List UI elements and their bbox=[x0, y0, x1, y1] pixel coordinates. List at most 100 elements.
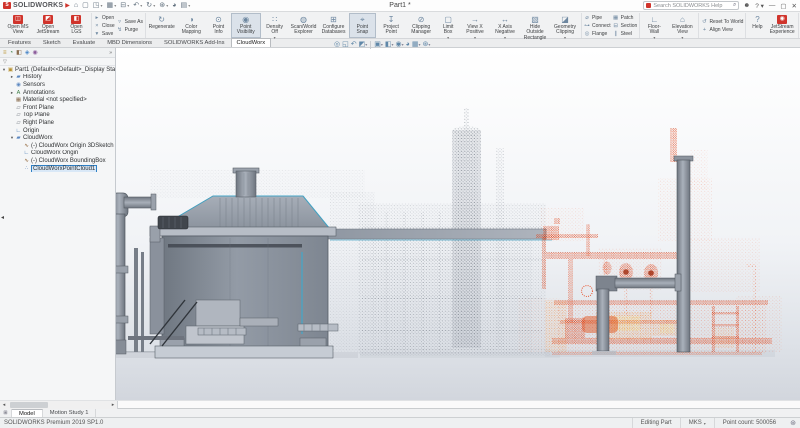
view-settings-icon[interactable]: ⊛▾ bbox=[423, 39, 431, 51]
zoom-fit-icon[interactable]: ◎ bbox=[334, 39, 340, 51]
ribbon-button-save-as[interactable]: ▿Save As bbox=[117, 18, 143, 25]
hide-show-items-icon[interactable]: ◉▾ bbox=[396, 39, 404, 51]
ribbon-button-clipping-manager[interactable]: ⊘Clipping Manager bbox=[406, 13, 436, 38]
ribbon-button-point-snap[interactable]: ⌖Point Snap bbox=[349, 13, 377, 38]
print-icon-dropdown[interactable]: ▾ bbox=[126, 3, 129, 8]
units-dropdown-icon[interactable]: ▾ bbox=[704, 421, 706, 426]
help-icon[interactable]: ? ▾ bbox=[755, 2, 764, 10]
scroll-right-icon[interactable]: ▸ bbox=[109, 402, 117, 408]
search-input[interactable]: Search SOLIDWORKS Help ⌕ bbox=[643, 1, 739, 10]
minimize-icon[interactable]: — bbox=[769, 2, 776, 9]
ribbon-button-reset-to-world[interactable]: ↺Reset To World bbox=[701, 18, 743, 25]
scroll-track[interactable] bbox=[8, 401, 109, 409]
save-icon-dropdown[interactable]: ▾ bbox=[113, 3, 116, 8]
previous-view-icon[interactable]: ↶ bbox=[351, 39, 357, 51]
ribbon-button-steel[interactable]: ∥Steel bbox=[613, 30, 638, 37]
view-settings-icon-dropdown[interactable]: ▾ bbox=[428, 42, 430, 47]
zoom-area-icon[interactable]: ◱ bbox=[342, 39, 349, 51]
ribbon-button-elevation-view[interactable]: ⌂Elevation View▾ bbox=[667, 13, 697, 38]
ribbon-button-open-lgs[interactable]: ◧Open LGS bbox=[63, 13, 90, 38]
options-icon-dropdown[interactable]: ▾ bbox=[165, 3, 168, 8]
panel-expand-icon[interactable]: » bbox=[109, 50, 112, 56]
open-document-icon-dropdown[interactable]: ▾ bbox=[99, 3, 102, 8]
view-x-positive-dropdown-icon[interactable]: ▾ bbox=[474, 36, 476, 39]
tab-features[interactable]: Features bbox=[2, 38, 37, 47]
ribbon-button-point-info[interactable]: ⊙Point Info bbox=[206, 13, 230, 38]
configurationmanager-tab[interactable]: ◧ bbox=[16, 48, 22, 58]
scroll-left-icon[interactable]: ◂ bbox=[0, 402, 8, 408]
tree-item-cloudworx-origin-3dsketch[interactable]: ∿(-) CloudWorx Origin 3DSketch bbox=[0, 142, 115, 150]
tree-item-history[interactable]: ▸▰History bbox=[0, 74, 115, 82]
appearance-icon[interactable]: ◕ bbox=[172, 1, 176, 11]
edit-appearance-icon[interactable]: ◕ bbox=[406, 39, 410, 51]
ribbon-button-flange[interactable]: ◎Flange bbox=[584, 30, 611, 37]
view-orientation-icon[interactable]: ▣▾ bbox=[374, 39, 383, 51]
file-properties-icon-dropdown[interactable]: ▾ bbox=[187, 3, 190, 8]
user-account-icon[interactable]: ☻ bbox=[743, 2, 750, 9]
apply-scene-icon-dropdown[interactable]: ▾ bbox=[419, 42, 421, 47]
view-orientation-icon-dropdown[interactable]: ▾ bbox=[381, 42, 383, 47]
tree-item-cloudworx-boundingbox[interactable]: ∿(-) CloudWorx BoundingBox bbox=[0, 157, 115, 165]
home-icon[interactable]: ⌂ bbox=[74, 1, 78, 11]
tree-root-item[interactable]: ▾▣Part1 (Default<<Default>_Display Sta..… bbox=[0, 66, 115, 74]
save-icon[interactable]: ▦ ▾ bbox=[106, 1, 116, 11]
ribbon-button-close[interactable]: ×Close bbox=[94, 22, 115, 29]
ribbon-button-scan-world-explorer[interactable]: ◍Scan/World Explorer bbox=[289, 13, 319, 38]
ribbon-button-jetstream-experience[interactable]: ◉JetStream Experience bbox=[767, 13, 797, 38]
ribbon-button-align-view[interactable]: +Align View bbox=[701, 26, 743, 33]
viewport-3d[interactable] bbox=[0, 48, 800, 400]
undo-icon-dropdown[interactable]: ▾ bbox=[139, 3, 142, 8]
ribbon-button-limit-box[interactable]: ▢Limit Box▾ bbox=[436, 13, 460, 38]
ribbon-button-purge[interactable]: ↯Purge bbox=[117, 26, 143, 33]
displaymanager-tab[interactable]: ◉ bbox=[32, 48, 37, 58]
new-document-icon[interactable]: ▢ bbox=[82, 1, 89, 11]
ribbon-button-pipe[interactable]: ⌀Pipe bbox=[584, 14, 611, 21]
tree-item-top-plane[interactable]: ▱Top Plane bbox=[0, 112, 115, 120]
ribbon-button-connect[interactable]: ⊶Connect bbox=[584, 22, 611, 29]
section-view-icon[interactable]: ◩▾ bbox=[359, 39, 368, 51]
tree-item-sensors[interactable]: ◉Sensors bbox=[0, 81, 115, 89]
ribbon-button-save[interactable]: ▾Save bbox=[94, 30, 115, 37]
panel-collapse-icon[interactable]: ◂ bbox=[1, 214, 4, 221]
print-icon[interactable]: ⊟ ▾ bbox=[120, 1, 129, 11]
tab-scroll-icon[interactable]: ⊞ bbox=[0, 409, 12, 417]
restore-icon[interactable]: ▢ bbox=[780, 2, 786, 10]
status-options-icon[interactable]: ⊛ bbox=[784, 419, 796, 427]
tab-motion-study-1[interactable]: Motion Study 1 bbox=[43, 409, 97, 417]
ribbon-button-patch[interactable]: ▦Patch bbox=[613, 14, 638, 21]
status-units[interactable]: MKS ▾ bbox=[680, 418, 714, 428]
rebuild-icon-dropdown[interactable]: ▾ bbox=[152, 3, 155, 8]
limit-box-dropdown-icon[interactable]: ▾ bbox=[447, 36, 449, 39]
tree-filter-row[interactable]: ▽ bbox=[0, 58, 115, 66]
ribbon-button-section[interactable]: ⊟Section bbox=[613, 22, 638, 29]
x-axis-negative-dropdown-icon[interactable]: ▾ bbox=[504, 36, 506, 39]
ribbon-button-color-mapping[interactable]: ◑Color Mapping bbox=[176, 13, 206, 38]
ribbon-button-geometry-clipping[interactable]: ◪Geometry Clipping▾ bbox=[550, 13, 580, 38]
tree-item-annotations[interactable]: ▸AAnnotations bbox=[0, 89, 115, 97]
ribbon-button-open-jetstream[interactable]: ◩Open JetStream bbox=[33, 13, 63, 38]
ribbon-button-floor-wall[interactable]: ∟Floor-Wall▾ bbox=[641, 13, 667, 38]
ribbon-button-view-x-positive[interactable]: →View X Positive▾ bbox=[460, 13, 490, 38]
file-properties-icon[interactable]: ▤ ▾ bbox=[180, 1, 190, 11]
search-icon[interactable]: ⌕ bbox=[733, 2, 736, 9]
elevation-view-dropdown-icon[interactable]: ▾ bbox=[681, 36, 683, 39]
tree-item-origin[interactable]: ∟Origin bbox=[0, 127, 115, 135]
ribbon-button-hide-outside-rectangle[interactable]: ▧Hide Outside Rectangle bbox=[520, 13, 550, 38]
featuremanager-tab[interactable]: ≡ bbox=[3, 48, 7, 58]
display-style-icon[interactable]: ◧▾ bbox=[385, 39, 394, 51]
ribbon-button-density-off[interactable]: ∷Density Off▾ bbox=[261, 13, 289, 38]
tree-item-right-plane[interactable]: ▱Right Plane bbox=[0, 119, 115, 127]
density-off-dropdown-icon[interactable]: ▾ bbox=[274, 36, 276, 39]
tree-item-material-not-specified[interactable]: ▦Material <not specified> bbox=[0, 96, 115, 104]
rebuild-icon[interactable]: ↻ ▾ bbox=[146, 1, 155, 11]
undo-icon[interactable]: ↶ ▾ bbox=[133, 1, 142, 11]
ribbon-button-help[interactable]: ?Help bbox=[747, 13, 767, 38]
ribbon-button-open-ms-view[interactable]: ◫Open MS View bbox=[3, 13, 33, 38]
floor-wall-dropdown-icon[interactable]: ▾ bbox=[653, 36, 655, 39]
section-view-icon-dropdown[interactable]: ▾ bbox=[365, 42, 367, 47]
tree-item-cloudworx[interactable]: ▾▰CloudWorx bbox=[0, 134, 115, 142]
ribbon-button-project-point[interactable]: ↧Project Point bbox=[376, 13, 406, 38]
ribbon-button-regenerate[interactable]: ↻Regenerate bbox=[147, 13, 176, 38]
geometry-clipping-dropdown-icon[interactable]: ▾ bbox=[564, 36, 566, 39]
ribbon-button-point-visibility[interactable]: ◉Point Visibility bbox=[231, 13, 261, 38]
